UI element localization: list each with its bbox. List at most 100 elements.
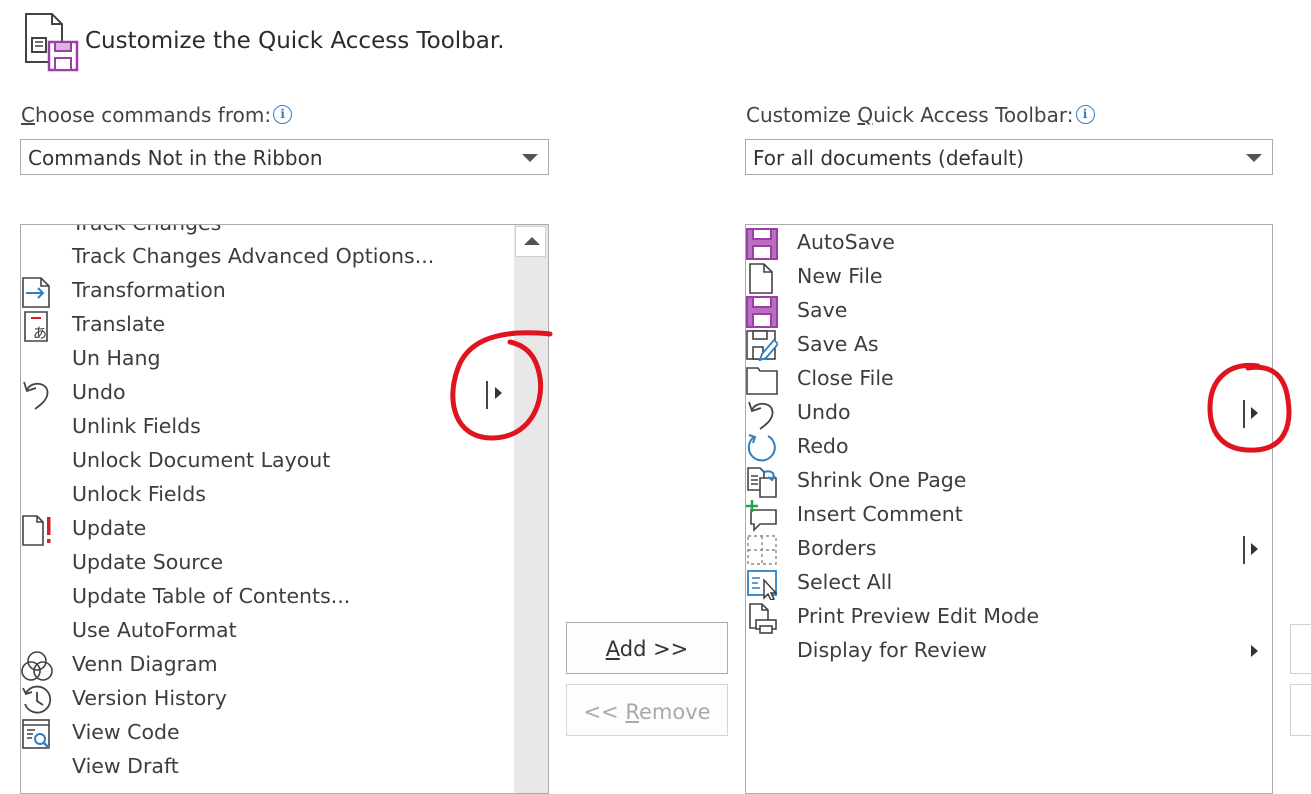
move-down-button[interactable] xyxy=(1290,684,1311,736)
list-item-label: Select All xyxy=(797,570,893,594)
list-item-label: Update xyxy=(72,516,147,540)
customize-qat-label-pre: Customize xyxy=(746,103,858,127)
list-item-label: Update Table of Contents... xyxy=(72,584,351,608)
list-item-select-all[interactable]: Select All xyxy=(746,567,1272,601)
add-button[interactable]: Add >> xyxy=(566,622,728,674)
list-item-venn-diagram[interactable]: Venn Diagram xyxy=(21,649,548,683)
list-item-label: Print Preview Edit Mode xyxy=(797,604,1040,628)
move-up-button[interactable] xyxy=(1290,624,1311,674)
quick-access-toolbar-list[interactable]: AutoSave New File Save Save As Close Fil… xyxy=(745,224,1273,794)
choose-commands-dropdown[interactable]: Commands Not in the Ribbon xyxy=(20,139,549,175)
list-item-label: Transformation xyxy=(72,278,226,302)
list-item-label: AutoSave xyxy=(797,230,895,254)
list-item-label: Track Changes Advanced Options... xyxy=(72,244,435,268)
list-item-label: View Code xyxy=(72,720,180,744)
list-item-label: Use AutoFormat xyxy=(72,618,237,642)
chevron-down-icon xyxy=(522,154,538,162)
save-as-icon xyxy=(746,330,778,362)
borders-icon xyxy=(747,535,777,565)
commands-list[interactable]: Track Changes Track Changes Advanced Opt… xyxy=(20,224,549,794)
list-item-shrink-one-page[interactable]: Shrink One Page xyxy=(746,465,1272,499)
customize-qat-label-accelerator: Q xyxy=(857,103,874,127)
list-item-view-draft[interactable]: View Draft xyxy=(21,751,548,785)
translate-icon: あ xyxy=(24,311,48,342)
list-item-update-source[interactable]: Update Source xyxy=(21,547,548,581)
list-item-label: Undo xyxy=(72,380,126,404)
annotation-circle-right xyxy=(1207,362,1292,453)
list-item-insert-comment[interactable]: Insert Comment xyxy=(746,499,1272,533)
new-file-icon xyxy=(749,263,773,294)
list-item-redo[interactable]: Redo xyxy=(746,431,1272,465)
list-item-use-autoformat[interactable]: Use AutoFormat xyxy=(21,615,548,649)
select-all-icon xyxy=(747,570,778,600)
list-item-track-changes-advanced[interactable]: Track Changes Advanced Options... xyxy=(21,241,548,275)
submenu-arrow-icon xyxy=(1251,543,1258,555)
undo-icon xyxy=(23,381,49,410)
choose-commands-dropdown-value: Commands Not in the Ribbon xyxy=(28,146,323,170)
list-item-label: View Draft xyxy=(72,754,179,778)
list-item-close-file[interactable]: Close File xyxy=(746,363,1272,397)
customize-qat-dropdown[interactable]: For all documents (default) xyxy=(745,139,1273,175)
version-history-icon xyxy=(22,685,52,714)
list-item-transformation[interactable]: Transformation xyxy=(21,275,548,309)
undo-icon xyxy=(748,401,774,430)
annotation-circle-left xyxy=(450,330,553,441)
list-item-label: Borders xyxy=(797,536,877,560)
choose-commands-label: Choose commands from: i xyxy=(21,103,293,127)
svg-text:あ: あ xyxy=(33,326,47,342)
list-item-label: Un Hang xyxy=(72,346,161,370)
list-item-label: Translate xyxy=(72,312,166,336)
redo-icon xyxy=(747,434,776,462)
dialog-title: Customize the Quick Access Toolbar. xyxy=(85,28,505,54)
list-item-version-history[interactable]: Version History xyxy=(21,683,548,717)
list-item-label: Undo xyxy=(797,400,851,424)
add-button-label: dd >> xyxy=(619,637,689,661)
customize-toolbar-icon xyxy=(25,13,79,72)
list-item-save-as[interactable]: Save As xyxy=(746,329,1272,363)
list-item-label: Insert Comment xyxy=(797,502,963,526)
remove-button[interactable]: << Remove xyxy=(566,684,728,736)
update-icon xyxy=(22,515,51,546)
list-item-autosave[interactable]: AutoSave xyxy=(746,227,1272,261)
vertical-scrollbar[interactable] xyxy=(514,225,548,793)
list-item-label: Update Source xyxy=(72,550,224,574)
list-item-display-for-review[interactable]: Display for Review xyxy=(746,635,1272,669)
remove-button-label-pre: << xyxy=(583,700,626,724)
list-item-unlock-fields[interactable]: Unlock Fields xyxy=(21,479,548,513)
list-item-label: Venn Diagram xyxy=(72,652,218,676)
remove-button-label: emove xyxy=(638,700,711,724)
list-item-undo[interactable]: Undo xyxy=(746,397,1272,431)
list-item-borders[interactable]: Borders xyxy=(746,533,1272,567)
customize-qat-label-post: uick Access Toolbar: xyxy=(873,103,1074,127)
list-item-view-code[interactable]: View Code xyxy=(21,717,548,751)
choose-commands-label-accelerator: C xyxy=(21,103,35,127)
choose-commands-label-text: hoose commands from: xyxy=(34,103,272,127)
list-item-new-file[interactable]: New File xyxy=(746,261,1272,295)
list-item-update[interactable]: Update xyxy=(21,513,548,547)
info-icon[interactable]: i xyxy=(1075,105,1095,124)
scroll-up-button[interactable] xyxy=(515,226,546,257)
list-item-unlock-document-layout[interactable]: Unlock Document Layout xyxy=(21,445,548,479)
view-code-icon xyxy=(22,719,50,749)
list-item-label: New File xyxy=(797,264,883,288)
close-file-icon xyxy=(746,367,778,395)
list-item-label: Shrink One Page xyxy=(797,468,967,492)
list-item-save[interactable]: Save xyxy=(746,295,1272,329)
list-item-label: Display for Review xyxy=(797,638,987,662)
info-icon[interactable]: i xyxy=(273,105,293,124)
transformation-icon xyxy=(22,277,50,308)
list-item-label: Version History xyxy=(72,686,227,710)
list-item-label: Redo xyxy=(797,434,849,458)
chevron-up-icon xyxy=(524,237,540,245)
chevron-down-icon xyxy=(1246,154,1262,162)
shrink-one-page-icon xyxy=(747,467,777,498)
list-item-label: Close File xyxy=(797,366,894,390)
list-item-label: Save As xyxy=(797,332,879,356)
list-item-track-changes[interactable]: Track Changes xyxy=(21,225,548,242)
list-item-update-toc[interactable]: Update Table of Contents... xyxy=(21,581,548,615)
remove-button-accelerator: R xyxy=(625,700,639,724)
insert-comment-icon xyxy=(746,500,777,532)
list-item-label: Save xyxy=(797,298,848,322)
list-item-label: Track Changes xyxy=(72,225,221,235)
list-item-print-preview-edit-mode[interactable]: Print Preview Edit Mode xyxy=(746,601,1272,635)
